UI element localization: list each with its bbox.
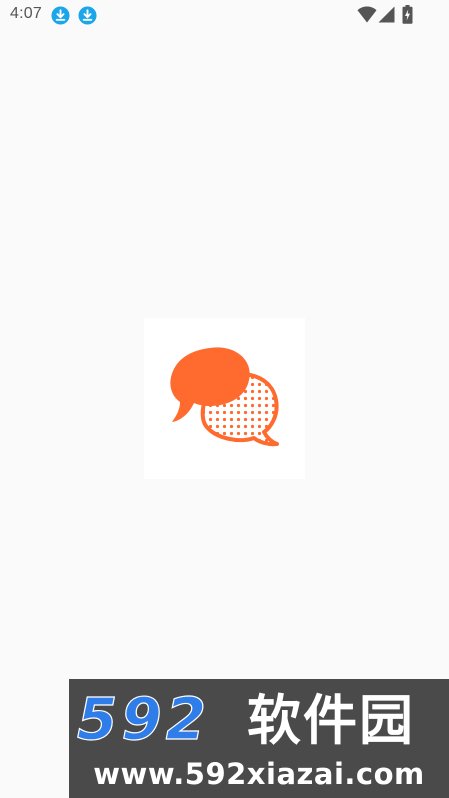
status-bar: 4:07 [0, 0, 449, 30]
download-icon [78, 6, 97, 25]
splash-logo-card [144, 318, 305, 479]
watermark-url: www.592xiazai.com [93, 757, 425, 791]
watermark-chinese: 软件园 [247, 689, 415, 752]
signal-icon [378, 6, 395, 23]
status-time: 4:07 [10, 5, 42, 22]
chat-bubbles-logo-icon [170, 347, 279, 447]
watermark-logo: 592 软件园 [76, 687, 415, 754]
watermark-number: 592 [77, 687, 210, 753]
battery-charging-icon [402, 5, 413, 24]
watermark-banner: 592 软件园 www.592xiazai.com [69, 679, 449, 798]
wifi-icon [357, 6, 377, 23]
download-icon [51, 6, 70, 25]
